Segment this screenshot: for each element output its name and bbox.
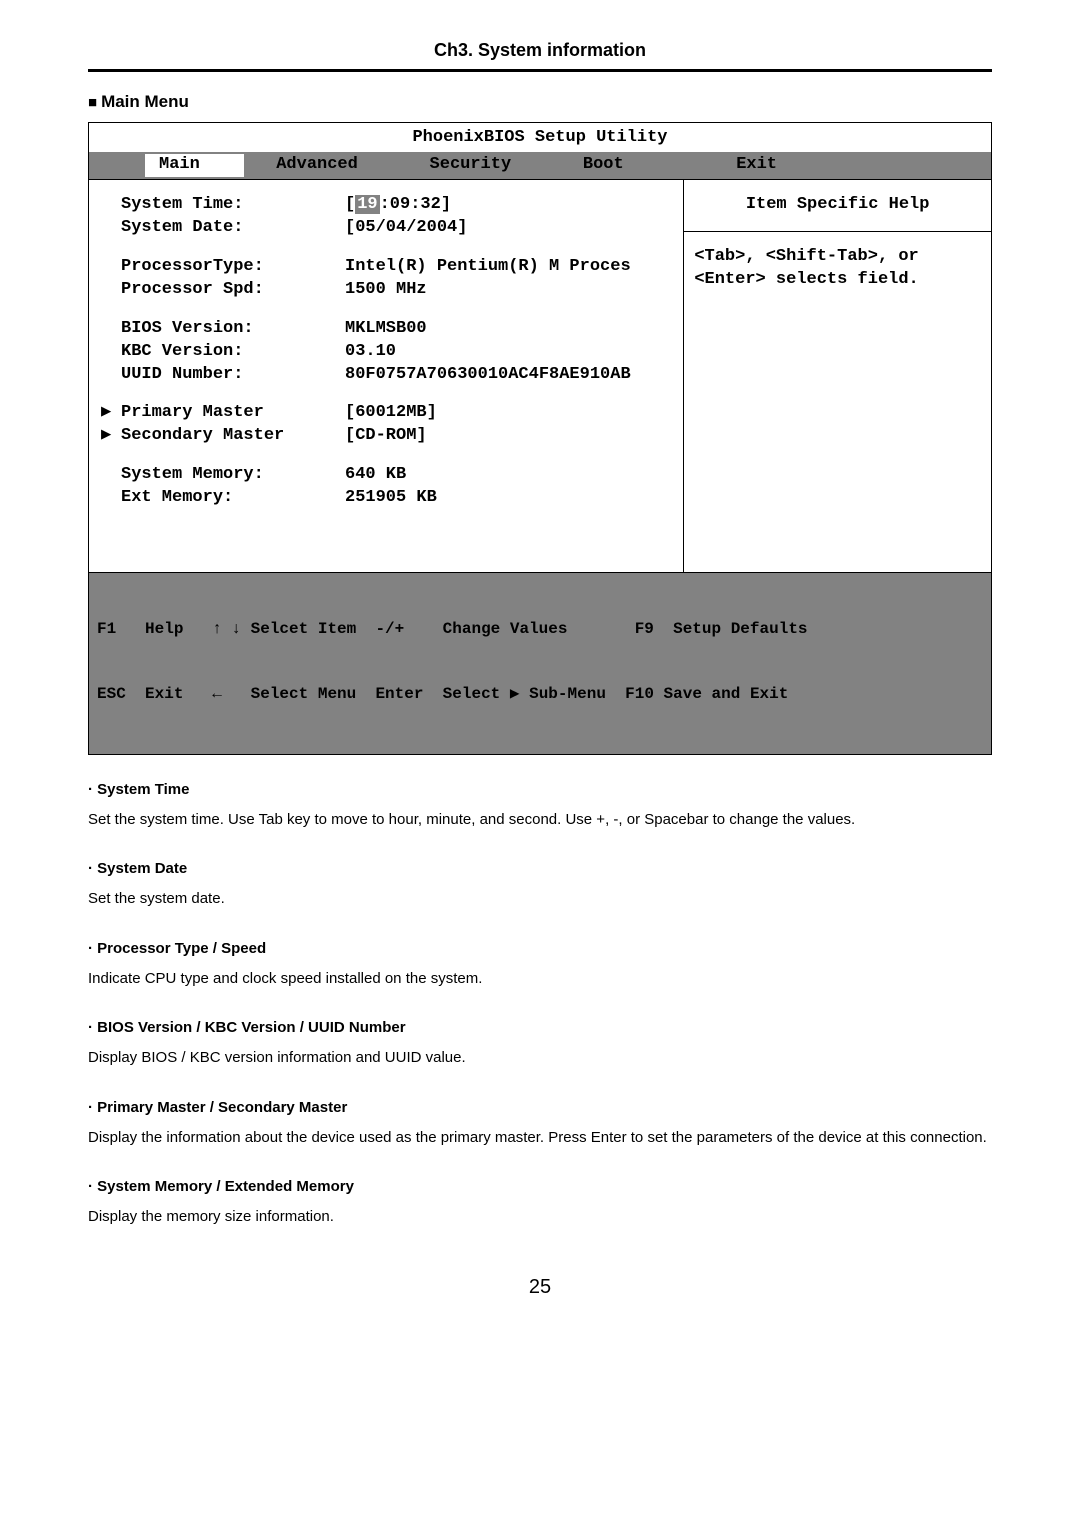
- value-uuid: 80F0757A70630010AC4F8AE910AB: [345, 364, 675, 387]
- tab-security: Security: [398, 154, 551, 177]
- section-body-memory: Display the memory size information.: [88, 1203, 992, 1232]
- value-primary-master: [60012MB]: [345, 402, 675, 425]
- section-title-processor: · Processor Type / Speed: [88, 940, 992, 957]
- bios-title: PhoenixBIOS Setup Utility: [89, 123, 991, 152]
- triangle-right-icon: ▶: [101, 402, 121, 425]
- section-body-versions: Display BIOS / KBC version information a…: [88, 1044, 992, 1073]
- menu-heading: ■Main Menu: [88, 92, 992, 112]
- footer-line-1: F1 Help ↑ ↓ Selcet Item -/+ Change Value…: [97, 619, 983, 641]
- tab-exit: Exit: [704, 154, 857, 177]
- section-title-system-date: · System Date: [88, 860, 992, 877]
- footer-line-2: ESC Exit ← Select Menu Enter Select ▶ Su…: [97, 684, 983, 706]
- triangle-right-icon: ▶: [101, 425, 121, 448]
- section-title-versions: · BIOS Version / KBC Version / UUID Numb…: [88, 1019, 992, 1036]
- value-system-time: [19:09:32]: [345, 194, 675, 217]
- section-title-memory: · System Memory / Extended Memory: [88, 1178, 992, 1195]
- label-processor-type: ProcessorType:: [121, 256, 345, 279]
- tab-advanced: Advanced: [244, 154, 397, 177]
- section-title-masters: · Primary Master / Secondary Master: [88, 1099, 992, 1116]
- label-primary-master: Primary Master: [121, 402, 345, 425]
- label-system-memory: System Memory:: [121, 464, 345, 487]
- tab-boot: Boot: [551, 154, 704, 177]
- divider: [88, 69, 992, 72]
- label-bios-version: BIOS Version:: [121, 318, 345, 341]
- help-line-2: <Enter> selects field.: [694, 269, 981, 292]
- label-uuid: UUID Number:: [121, 364, 345, 387]
- label-system-date: System Date:: [121, 217, 345, 240]
- section-title-system-time: · System Time: [88, 781, 992, 798]
- label-system-time: System Time:: [121, 194, 345, 217]
- label-ext-memory: Ext Memory:: [121, 487, 345, 510]
- value-bios-version: MKLMSB00: [345, 318, 675, 341]
- bios-main-panel: System Time: [19:09:32] System Date: [05…: [89, 180, 684, 572]
- tab-main: Main: [145, 154, 244, 177]
- bios-screenshot: PhoenixBIOS Setup Utility Main Advanced …: [88, 122, 992, 755]
- value-ext-memory: 251905 KB: [345, 487, 675, 510]
- help-line-1: <Tab>, <Shift-Tab>, or: [694, 246, 981, 269]
- bios-help-panel: Item Specific Help <Tab>, <Shift-Tab>, o…: [684, 180, 991, 572]
- label-secondary-master: Secondary Master: [121, 425, 345, 448]
- bios-tab-bar: Main Advanced Security Boot Exit: [89, 152, 991, 179]
- help-title: Item Specific Help: [694, 194, 981, 217]
- menu-heading-text: Main Menu: [101, 92, 189, 111]
- value-secondary-master: [CD-ROM]: [345, 425, 675, 448]
- section-body-system-time: Set the system time. Use Tab key to move…: [88, 806, 992, 835]
- chapter-title: Ch3. System information: [88, 40, 992, 61]
- section-body-processor: Indicate CPU type and clock speed instal…: [88, 965, 992, 994]
- square-icon: ■: [88, 94, 97, 111]
- section-body-system-date: Set the system date.: [88, 885, 992, 914]
- page-number: 25: [88, 1276, 992, 1299]
- bios-body: System Time: [19:09:32] System Date: [05…: [89, 179, 991, 572]
- value-system-date: [05/04/2004]: [345, 217, 675, 240]
- help-divider: [684, 231, 991, 232]
- bios-footer: F1 Help ↑ ↓ Selcet Item -/+ Change Value…: [89, 572, 991, 754]
- label-processor-spd: Processor Spd:: [121, 279, 345, 302]
- section-body-masters: Display the information about the device…: [88, 1124, 992, 1153]
- value-system-memory: 640 KB: [345, 464, 675, 487]
- label-kbc-version: KBC Version:: [121, 341, 345, 364]
- value-kbc-version: 03.10: [345, 341, 675, 364]
- value-processor-spd: 1500 MHz: [345, 279, 675, 302]
- time-hours-highlight: 19: [355, 195, 379, 214]
- value-processor-type: Intel(R) Pentium(R) M Proces: [345, 256, 675, 279]
